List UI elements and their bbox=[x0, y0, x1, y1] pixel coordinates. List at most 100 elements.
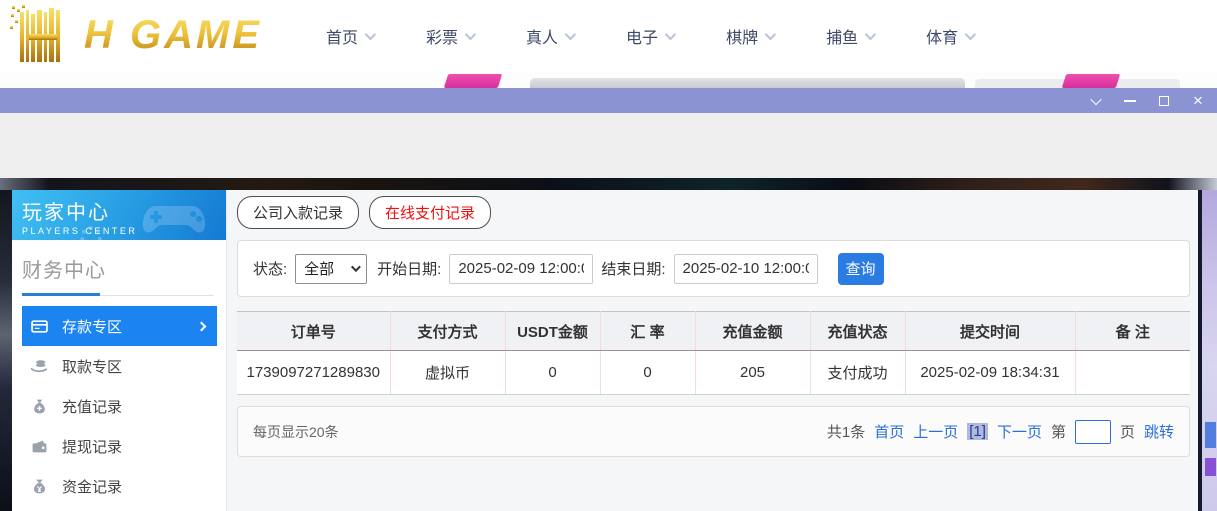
filter-panel: 状态: 全部 开始日期: 结束日期: 查询 bbox=[237, 240, 1190, 297]
table-row: 1739097271289830 虚拟币 0 0 205 支付成功 2025-0… bbox=[237, 350, 1190, 395]
column-usdt-amount: USDT金额 bbox=[504, 311, 600, 351]
cell-usdt-amount: 0 bbox=[504, 350, 600, 395]
search-button[interactable]: 查询 bbox=[837, 252, 884, 285]
withdraw-hand-icon bbox=[30, 357, 48, 375]
column-payment-method: 支付方式 bbox=[389, 311, 505, 351]
column-order-id: 订单号 bbox=[237, 311, 390, 351]
site-logo[interactable]: H GAME bbox=[8, 4, 262, 66]
jump-suffix: 页 bbox=[1119, 424, 1135, 441]
withdrawal-wallet-icon bbox=[30, 437, 48, 455]
maximize-icon[interactable] bbox=[1157, 94, 1171, 108]
background-page-edge-right bbox=[1198, 190, 1217, 511]
modal-empty-area bbox=[0, 113, 1217, 178]
nav-item-boardgames[interactable]: 棋牌 bbox=[726, 24, 777, 48]
sidebar-item-label: 取款专区 bbox=[62, 358, 123, 376]
cell-submit-time: 2025-02-09 18:34:31 bbox=[904, 350, 1075, 395]
status-select[interactable]: 全部 bbox=[295, 253, 368, 284]
pagination-bar: 每页显示20条 共1条 首页 上一页 [1] 下一页 第 页 跳转 bbox=[237, 406, 1190, 457]
cell-payment-method: 虚拟币 bbox=[389, 350, 505, 395]
cell-remark bbox=[1074, 350, 1190, 395]
sidebar-item-funds-records[interactable]: 资金记录 bbox=[12, 466, 226, 506]
nav-item-live[interactable]: 真人 bbox=[526, 24, 577, 48]
column-recharge-status: 充值状态 bbox=[809, 311, 905, 351]
minimize-icon[interactable] bbox=[1123, 94, 1137, 108]
nav-item-sports[interactable]: 体育 bbox=[926, 24, 977, 48]
chevron-down-icon bbox=[364, 28, 377, 41]
recharge-bag-icon bbox=[30, 397, 48, 415]
column-exchange-rate: 汇 率 bbox=[599, 311, 695, 351]
background-decoration bbox=[1205, 422, 1216, 448]
start-date-input[interactable] bbox=[449, 253, 594, 284]
jump-prefix: 第 bbox=[1050, 424, 1066, 441]
column-remark: 备 注 bbox=[1074, 311, 1190, 351]
tab-company-deposit-records[interactable]: 公司入款记录 bbox=[237, 196, 360, 229]
cell-recharge-status: 支付成功 bbox=[809, 350, 905, 395]
sidebar-item-withdraw[interactable]: 取款专区 bbox=[12, 346, 226, 386]
start-date-label: 开始日期: bbox=[377, 261, 442, 278]
background-decoration bbox=[1205, 458, 1216, 476]
tab-online-payment-records[interactable]: 在线支付记录 bbox=[369, 196, 492, 229]
nav-item-fishing[interactable]: 捕鱼 bbox=[826, 24, 877, 48]
chevron-down-icon bbox=[864, 28, 877, 41]
next-page-link[interactable]: 下一页 bbox=[997, 421, 1042, 442]
sidebar-item-deposit[interactable]: 存款专区 bbox=[22, 306, 217, 346]
pagination-controls: 共1条 首页 上一页 [1] 下一页 第 页 跳转 bbox=[826, 419, 1174, 444]
status-select-value: 全部 bbox=[304, 261, 335, 278]
sidebar-item-label: 提现记录 bbox=[62, 438, 123, 456]
chevron-down-icon bbox=[664, 28, 677, 41]
total-count: 共1条 bbox=[826, 424, 866, 441]
first-page-link[interactable]: 首页 bbox=[874, 421, 904, 442]
sidebar-item-recharge-records[interactable]: 充值记录 bbox=[12, 386, 226, 426]
sidebar: 玩家中心 PLAYERS CENTER 财务中心 存款专区 取款专区 充值记录 … bbox=[12, 190, 227, 511]
section-divider bbox=[22, 293, 214, 296]
background-page-sliver bbox=[0, 72, 1217, 88]
end-date-input[interactable] bbox=[673, 253, 818, 284]
record-tabs: 公司入款记录 在线支付记录 bbox=[237, 196, 492, 229]
chevron-down-icon bbox=[351, 262, 362, 273]
background-dark-band bbox=[0, 178, 1217, 190]
chevron-down-icon[interactable] bbox=[1089, 93, 1103, 108]
cell-exchange-rate: 0 bbox=[599, 350, 695, 395]
sidebar-item-lottery-bet-details[interactable]: 彩票下注明细 bbox=[12, 506, 226, 511]
prev-page-link[interactable]: 上一页 bbox=[913, 421, 958, 442]
jump-page-input[interactable] bbox=[1074, 419, 1111, 444]
sidebar-item-label: 资金记录 bbox=[62, 478, 123, 496]
cell-recharge-amount: 205 bbox=[694, 350, 810, 395]
funds-bag-icon bbox=[30, 477, 48, 495]
chevron-down-icon bbox=[764, 28, 777, 41]
cell-order-id: 1739097271289830 bbox=[237, 350, 390, 395]
background-card-edge bbox=[530, 78, 965, 88]
close-icon[interactable]: × bbox=[1191, 92, 1205, 109]
main-panel: 公司入款记录 在线支付记录 状态: 全部 开始日期: 结束日期: 查询 订单号 bbox=[227, 190, 1202, 511]
records-table: 订单号 支付方式 USDT金额 汇 率 充值金额 充值状态 提交时间 备 注 1… bbox=[237, 311, 1190, 395]
promo-ribbon bbox=[1061, 74, 1121, 88]
status-label: 状态: bbox=[253, 261, 288, 278]
window-controls: × bbox=[1089, 88, 1205, 113]
screen: H GAME 首页 彩票 真人 电子 棋牌 捕鱼 体育 × 玩家中心 PLAYE… bbox=[0, 0, 1217, 511]
window-titlebar: × bbox=[0, 88, 1217, 113]
finance-section: 财务中心 bbox=[12, 240, 226, 296]
column-recharge-amount: 充值金额 bbox=[694, 311, 810, 351]
end-date-label: 结束日期: bbox=[601, 261, 666, 278]
current-page[interactable]: [1] bbox=[967, 423, 988, 440]
jump-button[interactable]: 跳转 bbox=[1144, 421, 1174, 442]
chevron-down-icon bbox=[964, 28, 977, 41]
nav-item-lottery[interactable]: 彩票 bbox=[426, 24, 477, 48]
table-header-row: 订单号 支付方式 USDT金额 汇 率 充值金额 充值状态 提交时间 备 注 bbox=[237, 311, 1190, 351]
nav-item-slots[interactable]: 电子 bbox=[626, 24, 677, 48]
finance-section-title: 财务中心 bbox=[22, 260, 106, 282]
chevron-right-icon bbox=[196, 321, 207, 331]
sidebar-menu: 存款专区 取款专区 充值记录 提现记录 资金记录 bbox=[12, 306, 226, 511]
promo-ribbon bbox=[443, 74, 503, 88]
chevron-down-icon bbox=[564, 28, 577, 41]
sidebar-item-label: 充值记录 bbox=[62, 398, 123, 416]
nav-item-home[interactable]: 首页 bbox=[326, 24, 377, 48]
deposit-card-icon bbox=[30, 317, 48, 335]
sidebar-item-withdrawal-records[interactable]: 提现记录 bbox=[12, 426, 226, 466]
column-submit-time: 提交时间 bbox=[904, 311, 1075, 351]
chevron-down-icon bbox=[464, 28, 477, 41]
logo-h-mark-icon bbox=[10, 5, 60, 62]
players-center-header: 玩家中心 PLAYERS CENTER bbox=[12, 190, 226, 240]
background-page-edge-left bbox=[0, 190, 12, 511]
sidebar-item-label: 存款专区 bbox=[62, 318, 123, 336]
